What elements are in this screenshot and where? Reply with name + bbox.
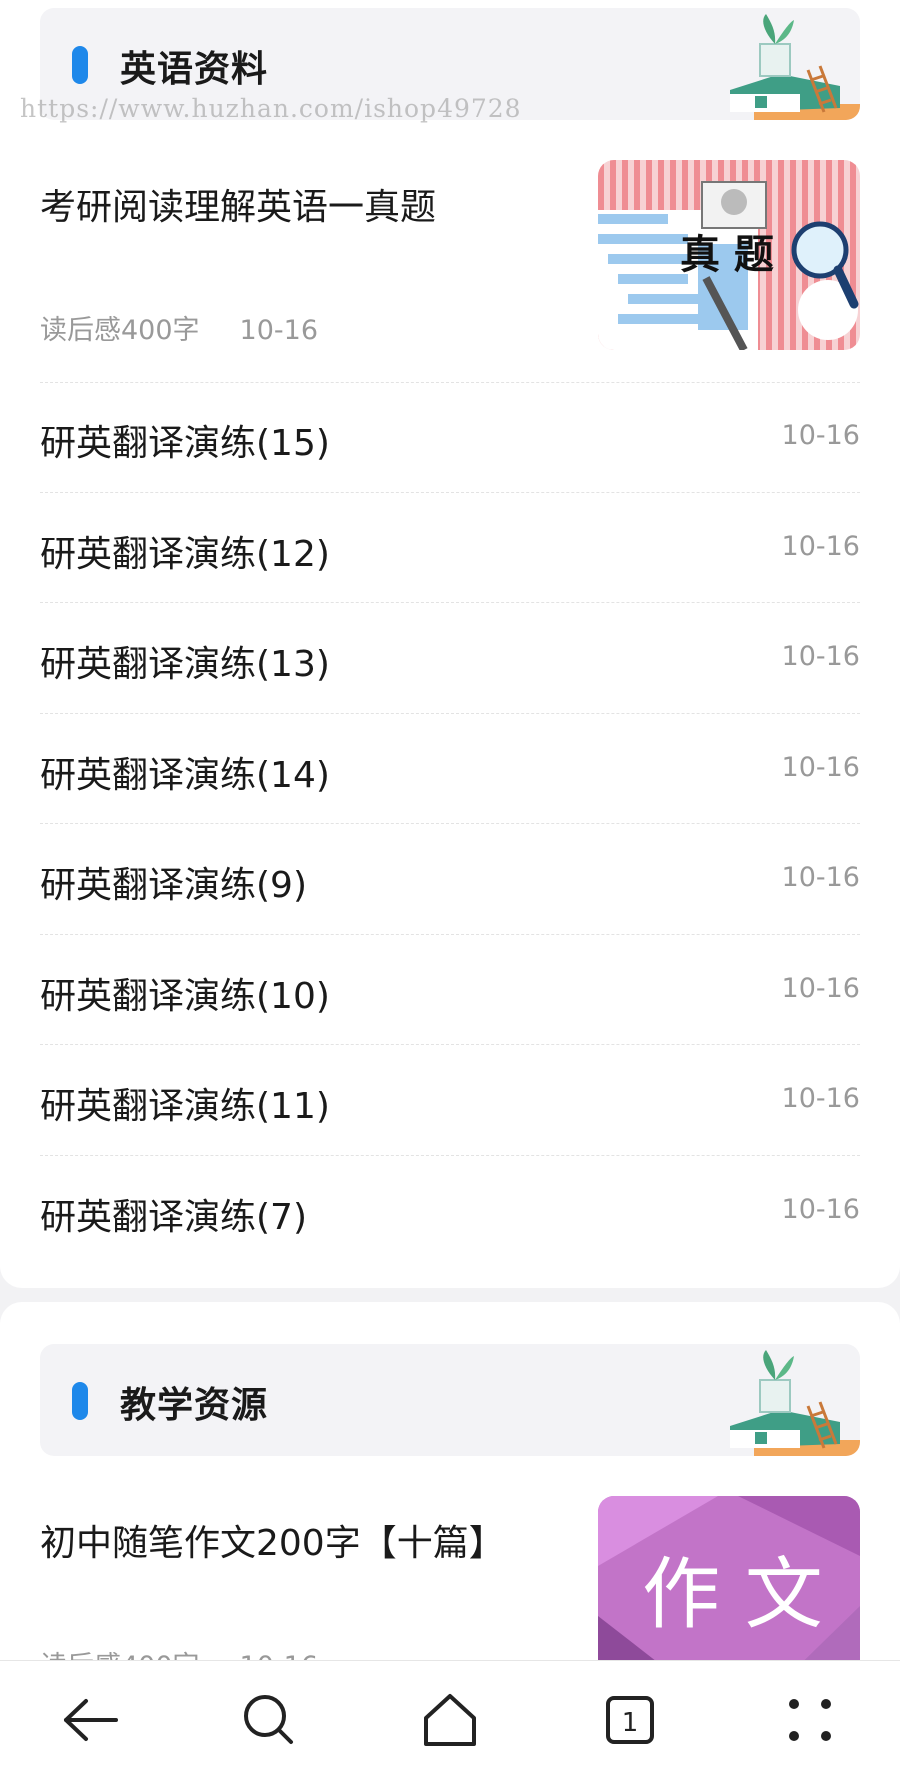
list-item-date: 10-16 — [781, 751, 860, 783]
list-item-date: 10-16 — [781, 420, 860, 451]
search-icon — [244, 1695, 293, 1744]
featured-article-meta: 读后感400字 10-16 — [40, 308, 318, 347]
featured-article-title: 考研阅读理解英语一真题 — [40, 187, 437, 228]
back-button[interactable] — [50, 1685, 130, 1755]
featured-thumbnail: 真 题 — [598, 160, 860, 350]
list-item[interactable]: 研英翻译演练(11) 10-16 — [40, 1045, 860, 1156]
featured-thumbnail: 作 文 — [598, 1496, 860, 1686]
list-item-date: 10-16 — [781, 1193, 860, 1225]
list-item-title: 研英翻译演练(7) — [40, 1196, 307, 1238]
tab-count: 1 — [622, 1708, 639, 1738]
list-item-title: 研英翻译演练(12) — [40, 533, 330, 575]
list-item-date: 10-16 — [781, 641, 860, 672]
books-plant-decoration-icon — [730, 14, 860, 120]
list-item-date: 10-16 — [781, 862, 860, 893]
list-item[interactable]: 研英翻译演练(12) 10-16 — [40, 493, 860, 603]
section-title: 英语资料 — [120, 49, 269, 90]
bottom-navigation-bar: 1 — [0, 1660, 900, 1778]
thumbnail-text: 作 文 — [642, 1550, 823, 1640]
home-icon — [424, 1694, 476, 1746]
list-item-title: 研英翻译演练(9) — [40, 865, 307, 906]
featured-article[interactable]: 考研阅读理解英语一真题 读后感400字 10-16 真 题 — [40, 160, 860, 360]
search-button[interactable] — [229, 1685, 309, 1755]
list-item[interactable]: 研英翻译演练(15) 10-16 — [40, 382, 860, 493]
list-item-date: 10-16 — [781, 530, 860, 562]
essay-thumbnail-image: 作 文 — [598, 1496, 860, 1686]
section-title: 教学资源 — [120, 1385, 269, 1426]
home-button[interactable] — [410, 1685, 490, 1755]
list-item[interactable]: 研英翻译演练(9) 10-16 — [40, 824, 860, 935]
article-list: 研英翻译演练(15) 10-16 研英翻译演练(12) 10-16 研英翻译演练… — [40, 382, 860, 1266]
list-item-title: 研英翻译演练(15) — [40, 423, 330, 464]
tabs-icon: 1 — [606, 1696, 654, 1744]
watermark-url: https://www.huzhan.com/ishop49728 — [20, 94, 522, 123]
section-header[interactable]: 教学资源 — [40, 1344, 860, 1456]
article-category: 读后感400字 — [40, 315, 200, 346]
section-card-english: 英语资料 https://www.huzhan.com/ishop49728 考… — [0, 0, 900, 1288]
list-item[interactable]: 研英翻译演练(7) 10-16 — [40, 1156, 860, 1267]
featured-article-title: 初中随笔作文200字【十篇】 — [40, 1523, 505, 1564]
list-item-title: 研英翻译演练(11) — [40, 1086, 330, 1127]
books-plant-decoration-icon — [730, 1350, 860, 1456]
tabs-button[interactable]: 1 — [590, 1685, 670, 1755]
list-item[interactable]: 研英翻译演练(10) 10-16 — [40, 935, 860, 1045]
list-item-title: 研英翻译演练(14) — [40, 754, 330, 796]
back-arrow-icon — [64, 1699, 118, 1741]
section-accent-bar — [72, 46, 88, 84]
menu-button[interactable] — [770, 1685, 850, 1755]
list-item-title: 研英翻译演练(10) — [40, 975, 330, 1017]
list-item[interactable]: 研英翻译演练(14) 10-16 — [40, 714, 860, 824]
list-item-date: 10-16 — [781, 972, 860, 1004]
article-date: 10-16 — [239, 315, 319, 346]
thumbnail-text: 真 题 — [680, 232, 774, 278]
section-accent-bar — [72, 1382, 88, 1420]
list-item-date: 10-16 — [781, 1083, 860, 1114]
list-item[interactable]: 研英翻译演练(13) 10-16 — [40, 603, 860, 714]
menu-dots-icon — [789, 1699, 831, 1741]
list-item-title: 研英翻译演练(13) — [40, 644, 330, 685]
exam-thumbnail-image: 真 题 — [598, 160, 860, 350]
